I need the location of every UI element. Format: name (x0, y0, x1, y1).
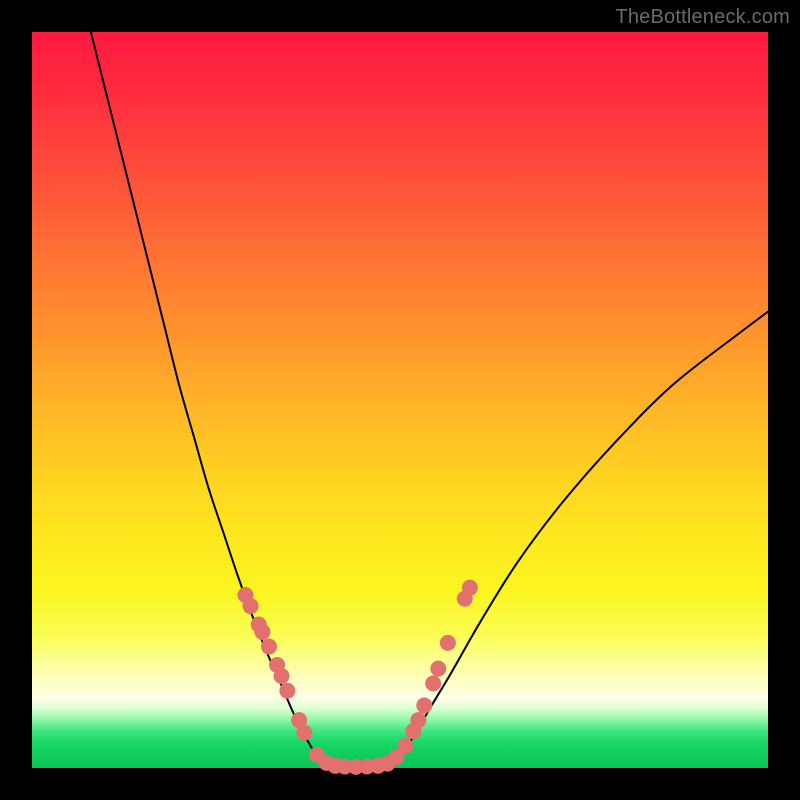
data-point (279, 683, 295, 699)
marker-layer (237, 580, 477, 775)
data-point (254, 624, 270, 640)
data-point (261, 639, 277, 655)
data-point (410, 712, 426, 728)
data-point (462, 580, 478, 596)
data-point (416, 697, 432, 713)
data-point (274, 668, 290, 684)
data-point (425, 675, 441, 691)
data-point (243, 598, 259, 614)
data-point (296, 725, 312, 741)
data-point (397, 738, 413, 754)
data-point (440, 635, 456, 651)
bottleneck-curve (91, 32, 768, 767)
chart-svg (32, 32, 768, 768)
data-point (430, 661, 446, 677)
chart-stage: TheBottleneck.com (0, 0, 800, 800)
curve-layer (91, 32, 768, 767)
plot-area (32, 32, 768, 768)
watermark-text: TheBottleneck.com (615, 6, 790, 29)
